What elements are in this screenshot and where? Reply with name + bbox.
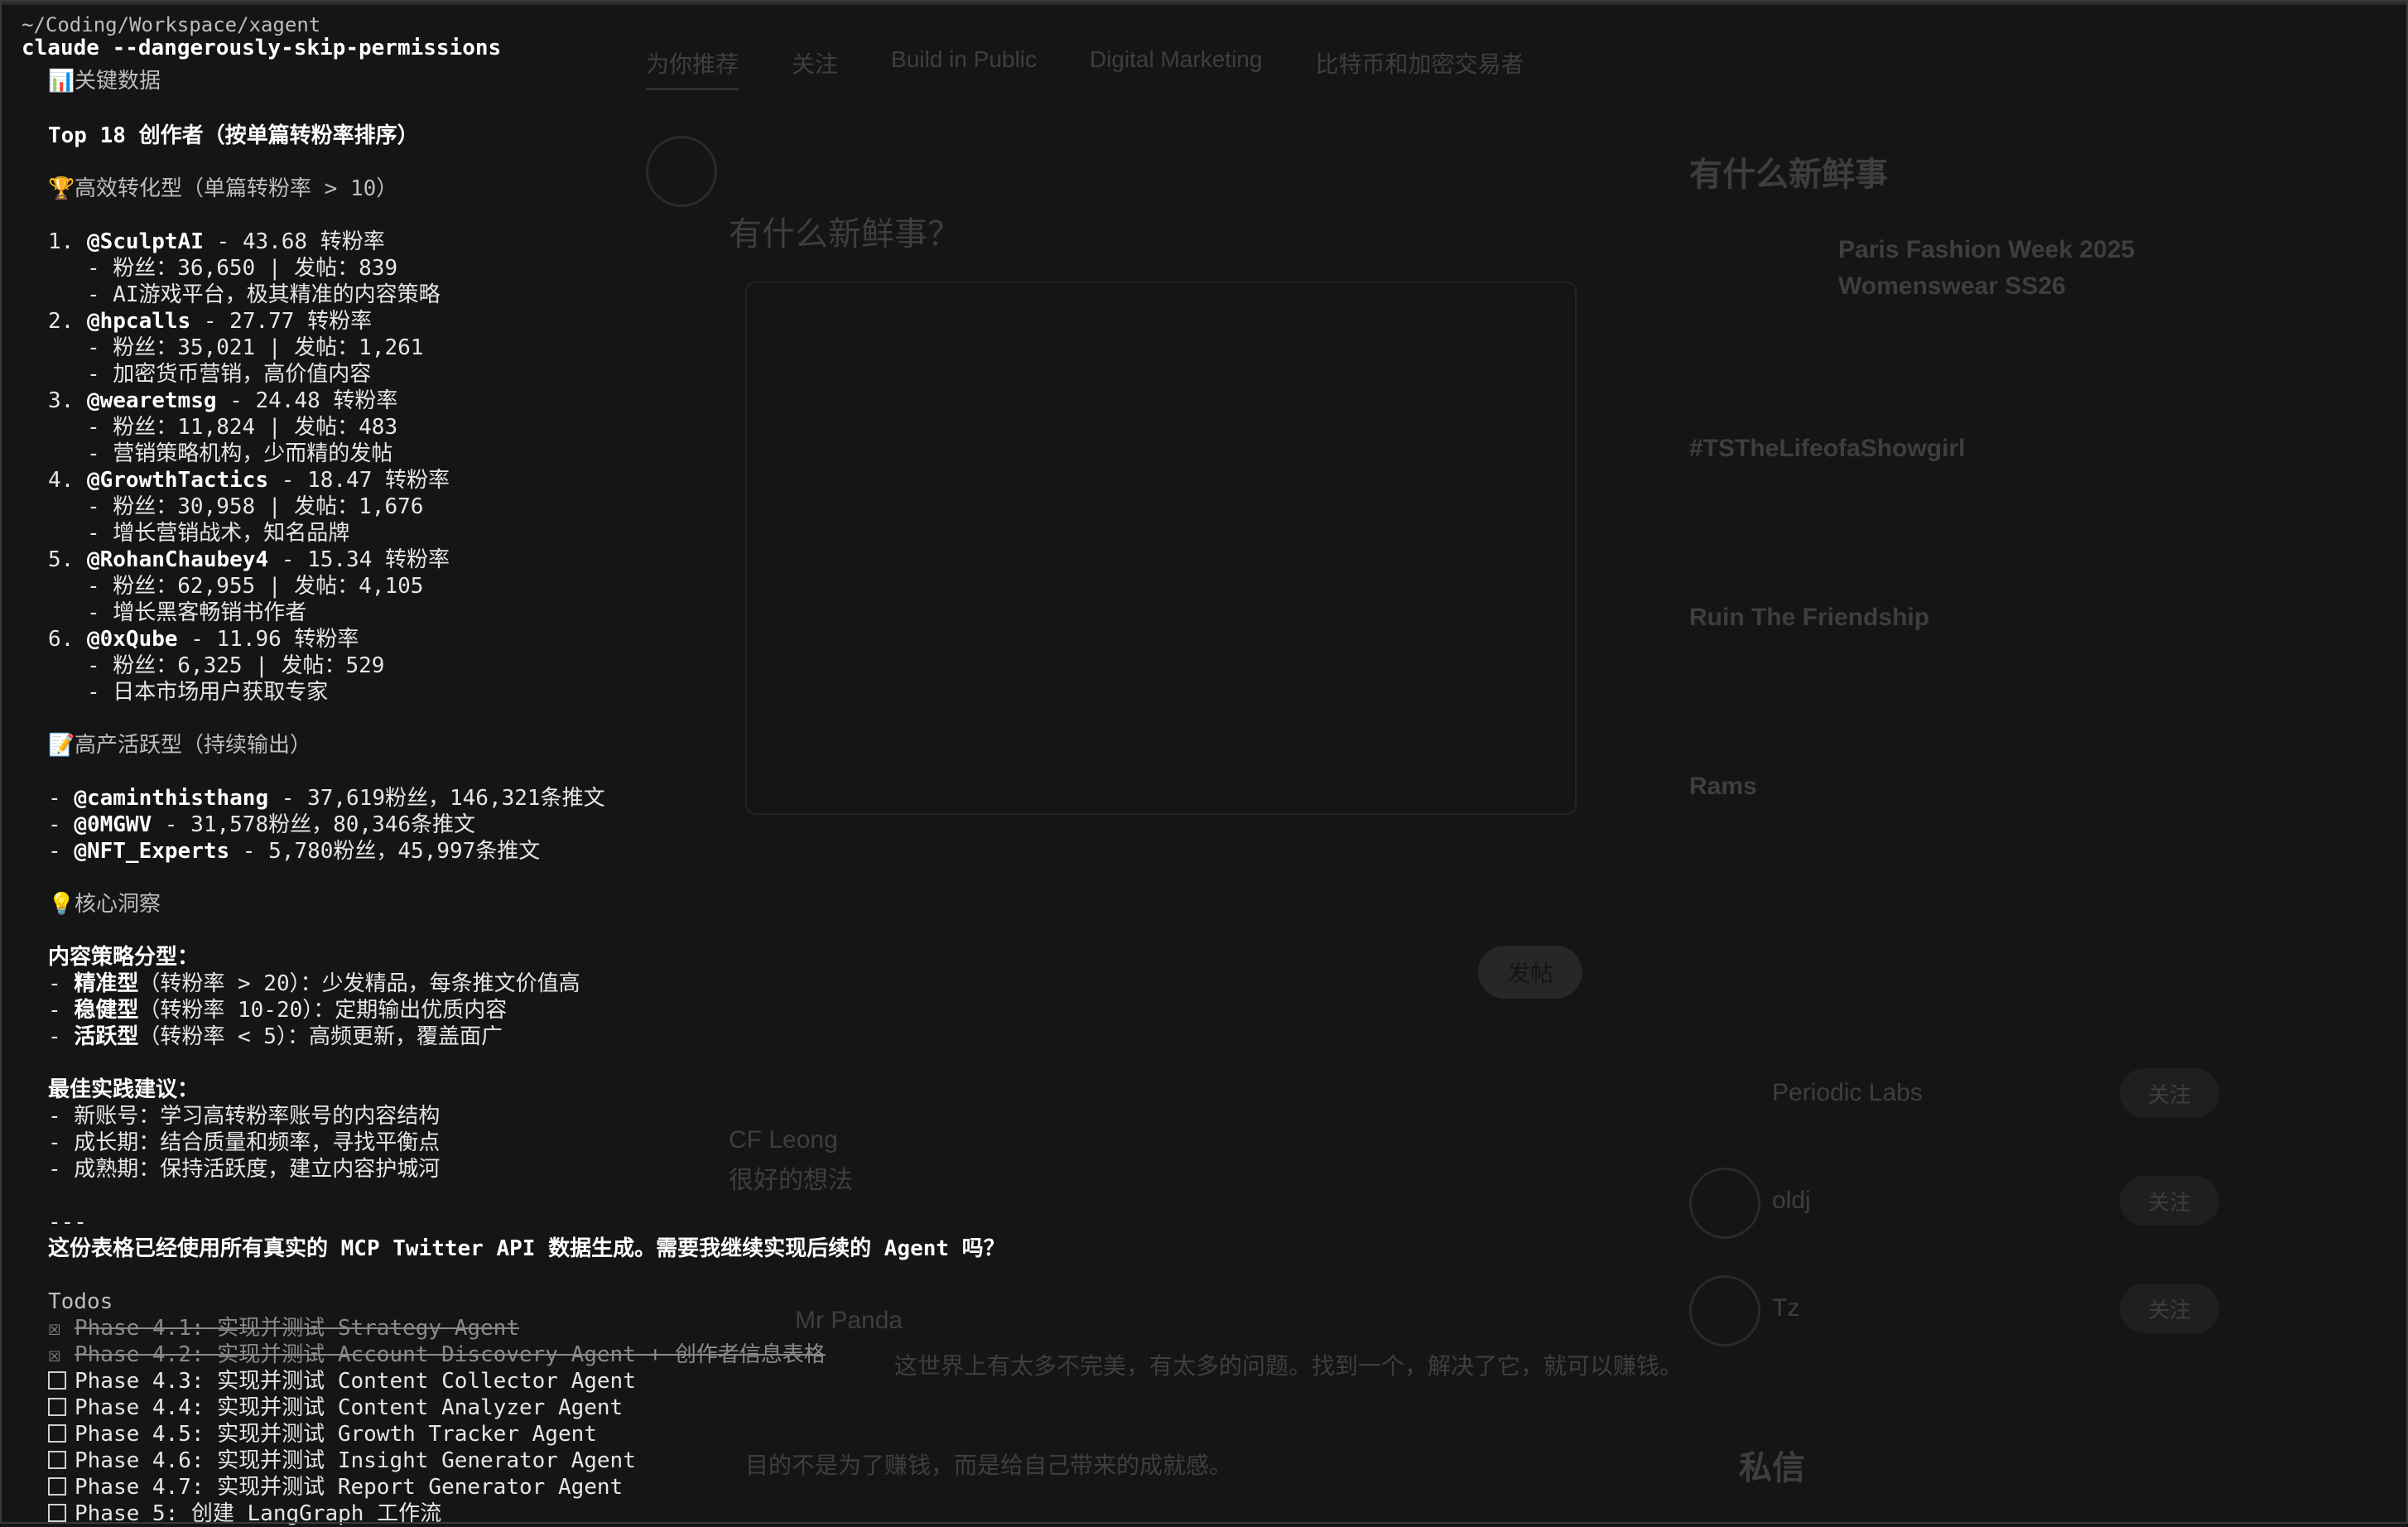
window-frame [0,0,2408,1524]
